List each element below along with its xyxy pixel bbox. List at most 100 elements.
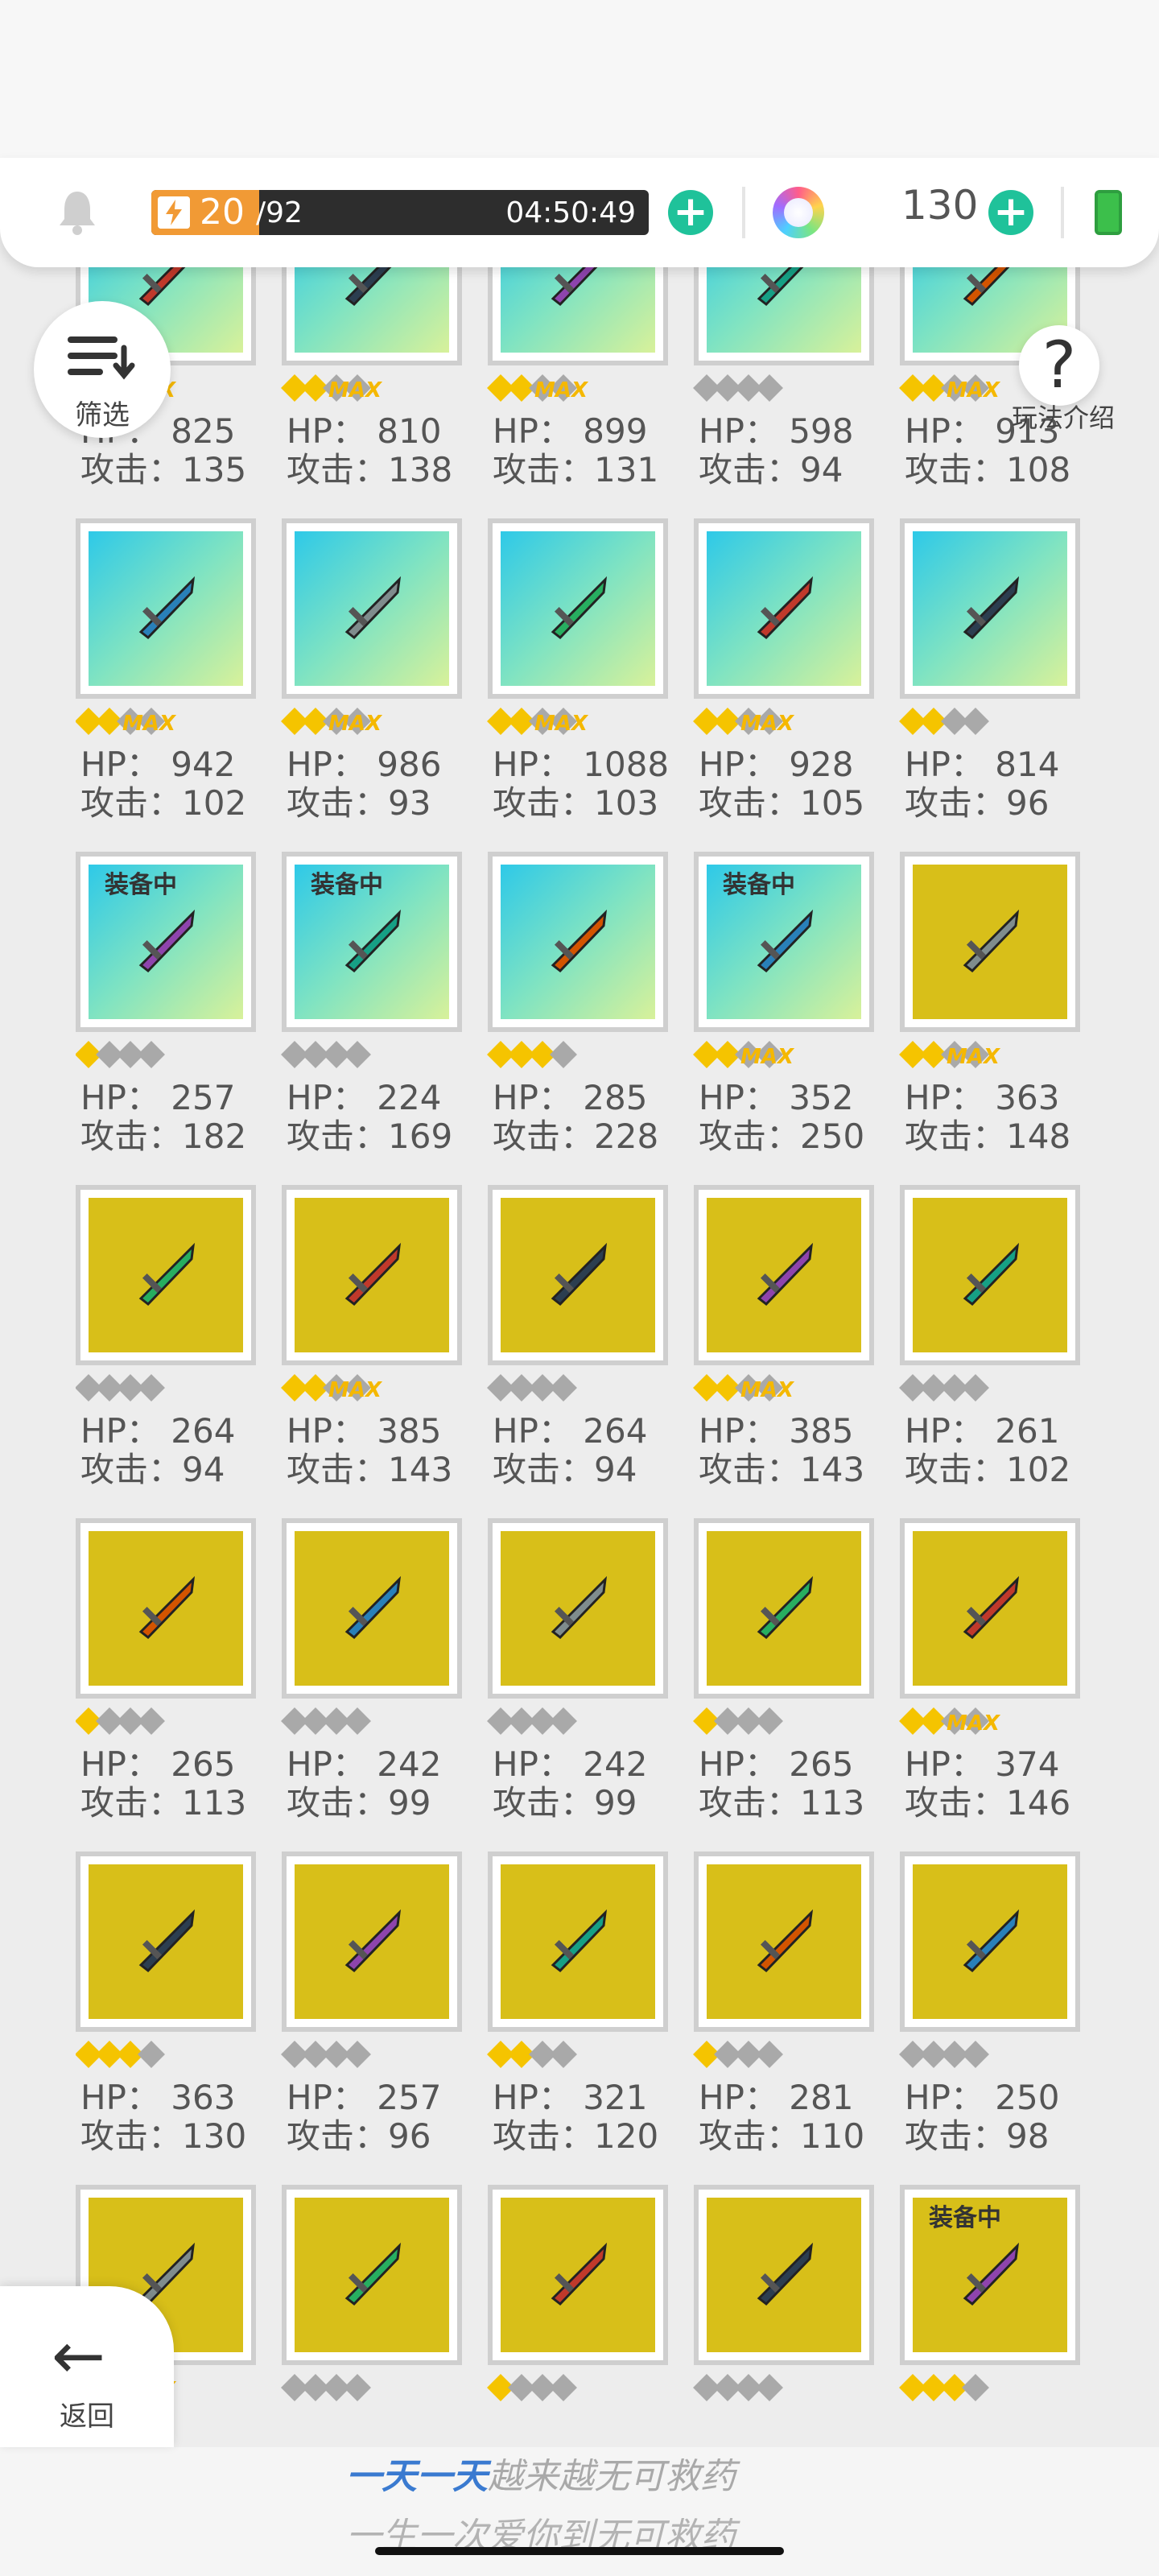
attack-stat: 攻击：93 xyxy=(287,783,431,823)
item-tile[interactable]: 装备中 xyxy=(900,2185,1080,2365)
item-card[interactable]: MAX HP： 986 攻击：93 xyxy=(281,518,483,840)
max-tag: MAX xyxy=(947,378,1000,402)
item-card[interactable]: HP： 321 攻击：120 xyxy=(487,1852,689,2174)
help-button[interactable]: ? 玩法介绍 xyxy=(1003,325,1116,446)
blood-sword-icon xyxy=(551,1242,608,1307)
item-card[interactable]: MAX HP： 942 攻击：102 xyxy=(76,518,277,840)
item-tile[interactable] xyxy=(282,1185,462,1365)
item-tile[interactable] xyxy=(488,2185,668,2365)
star-empty-icon xyxy=(550,1374,577,1402)
mace-icon xyxy=(757,1575,814,1640)
attack-stat: 攻击：94 xyxy=(493,1450,637,1489)
item-card[interactable]: HP： 261 攻击：102 xyxy=(899,1185,1090,1507)
star-empty-icon xyxy=(138,1374,165,1402)
item-tile[interactable] xyxy=(900,1518,1080,1699)
max-tag: MAX xyxy=(740,712,794,736)
item-card[interactable]: HP： 250 攻击：98 xyxy=(899,1852,1090,2174)
item-card[interactable]: MAX HP： 385 攻击：143 xyxy=(281,1185,483,1507)
battery-icon xyxy=(1095,190,1122,235)
cross-staff-icon xyxy=(551,1909,608,1973)
item-card[interactable]: MAX HP： 374 攻击：146 xyxy=(899,1518,1090,1840)
item-tile[interactable] xyxy=(76,518,256,699)
star-empty-icon xyxy=(138,1041,165,1068)
item-tile[interactable] xyxy=(488,1852,668,2032)
filter-label: 筛选 xyxy=(75,399,130,431)
divider xyxy=(1061,187,1064,238)
item-card[interactable]: HP： 264 攻击：94 xyxy=(487,1185,689,1507)
item-tile[interactable] xyxy=(76,1185,256,1365)
max-tag: MAX xyxy=(328,1378,382,1402)
attack-stat: 攻击：96 xyxy=(287,2116,431,2156)
item-tile[interactable] xyxy=(282,1852,462,2032)
item-tile[interactable] xyxy=(694,1852,874,2032)
item-tile[interactable] xyxy=(694,518,874,699)
max-tag: MAX xyxy=(947,1711,1000,1736)
item-tile[interactable]: 装备中 xyxy=(694,852,874,1032)
item-card[interactable]: HP： 257 攻击：96 xyxy=(281,1852,483,2174)
item-card[interactable]: MAX HP： 363 攻击：148 xyxy=(899,852,1090,1174)
item-tile[interactable] xyxy=(282,1518,462,1699)
item-card[interactable]: HP： 285 攻击：228 xyxy=(487,852,689,1174)
item-card[interactable]: HP： 242 攻击：99 xyxy=(281,1518,483,1840)
star-empty-icon xyxy=(550,1041,577,1068)
item-card[interactable] xyxy=(693,2185,895,2455)
item-tile[interactable]: 装备中 xyxy=(282,852,462,1032)
item-tile[interactable] xyxy=(900,852,1080,1032)
item-card[interactable]: HP： 281 攻击：110 xyxy=(693,1852,895,2174)
back-button[interactable]: ← 返回 xyxy=(0,2286,174,2447)
item-tile[interactable] xyxy=(694,1518,874,1699)
filter-icon xyxy=(68,336,135,380)
item-tile[interactable]: 装备中 xyxy=(76,852,256,1032)
item-tile[interactable] xyxy=(488,518,668,699)
attack-stat: 攻击：113 xyxy=(80,1783,247,1823)
attack-stat: 攻击：138 xyxy=(287,450,453,489)
spear-icon xyxy=(138,1909,196,1973)
gem-bracelet-icon xyxy=(757,576,814,640)
item-card[interactable]: HP： 814 攻击：96 xyxy=(899,518,1090,840)
item-card[interactable]: 装备中 HP： 257 攻击：182 xyxy=(76,852,277,1174)
star-staff-icon xyxy=(757,1909,814,1973)
bell-icon[interactable] xyxy=(52,185,103,237)
attack-stat: 攻击：135 xyxy=(80,450,247,489)
item-card[interactable]: HP： 264 攻击：94 xyxy=(76,1185,277,1507)
copper-sword-icon xyxy=(138,1575,196,1640)
bone-blade-icon xyxy=(344,1242,402,1307)
item-card[interactable]: MAX HP： 1088 攻击：103 xyxy=(487,518,689,840)
item-tile[interactable] xyxy=(76,1518,256,1699)
help-label: 玩法介绍 xyxy=(1011,402,1115,433)
item-card[interactable]: HP： 265 攻击：113 xyxy=(693,1518,895,1840)
item-tile[interactable] xyxy=(488,1518,668,1699)
item-tile[interactable] xyxy=(488,1185,668,1365)
claw-pendant-icon xyxy=(138,576,196,640)
item-card[interactable]: 装备中 xyxy=(899,2185,1090,2455)
back-label: 返回 xyxy=(60,2401,114,2433)
item-card[interactable]: HP： 242 攻击：99 xyxy=(487,1518,689,1840)
item-tile[interactable] xyxy=(900,1852,1080,2032)
item-card[interactable]: MAX HP： 385 攻击：143 xyxy=(693,1185,895,1507)
item-card[interactable]: 装备中 HP： 224 攻击：169 xyxy=(281,852,483,1174)
item-card[interactable] xyxy=(487,2185,689,2455)
star-empty-icon xyxy=(344,1041,371,1068)
item-tile[interactable] xyxy=(76,1852,256,2032)
item-card[interactable]: MAX HP： 928 攻击：105 xyxy=(693,518,895,840)
item-card[interactable]: HP： 265 攻击：113 xyxy=(76,1518,277,1840)
item-tile[interactable] xyxy=(282,2185,462,2365)
attack-stat: 攻击：169 xyxy=(287,1117,453,1156)
halberd-icon xyxy=(344,1909,402,1973)
item-tile[interactable] xyxy=(900,518,1080,699)
add-gems-button[interactable]: + xyxy=(988,190,1033,235)
add-energy-button[interactable]: + xyxy=(668,190,713,235)
filter-button[interactable]: 筛选 xyxy=(34,301,171,438)
item-card[interactable]: 装备中 MAX HP： 352 攻击：250 xyxy=(693,852,895,1174)
item-tile[interactable] xyxy=(694,2185,874,2365)
item-card[interactable]: HP： 363 攻击：130 xyxy=(76,1852,277,2174)
home-indicator[interactable] xyxy=(375,2547,784,2555)
item-tile[interactable] xyxy=(488,852,668,1032)
trident-icon xyxy=(963,1909,1020,1973)
item-card[interactable] xyxy=(281,2185,483,2455)
item-tile[interactable] xyxy=(900,1185,1080,1365)
energy-max-value: 92 xyxy=(266,196,303,229)
item-tile[interactable] xyxy=(282,518,462,699)
attack-stat: 攻击：99 xyxy=(287,1783,431,1823)
item-tile[interactable] xyxy=(694,1185,874,1365)
